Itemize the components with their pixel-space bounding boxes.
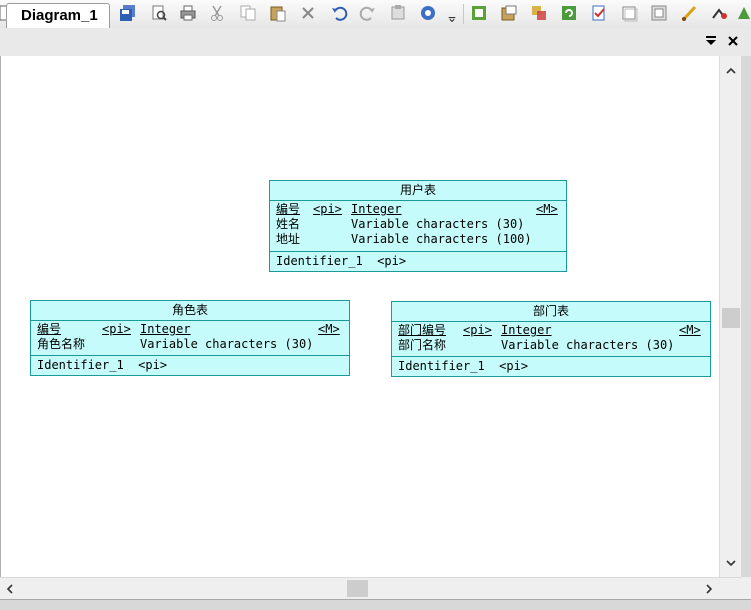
print-icon[interactable] (177, 2, 199, 24)
delete-icon[interactable] (297, 2, 319, 24)
compare-icon[interactable] (528, 2, 550, 24)
attribute-mandatory: <M> (536, 202, 558, 216)
attribute-type: Variable characters (30) (140, 337, 314, 351)
attribute-type: Integer (140, 322, 191, 336)
scroll-down-icon[interactable] (722, 554, 740, 572)
copy-icon[interactable] (237, 2, 259, 24)
scrollbar-corner (741, 577, 751, 599)
entity-user-table[interactable]: 用户表 编号 <pi> Integer <M> 姓名 Variable char… (269, 180, 567, 272)
attribute-mandatory: <M> (318, 322, 340, 336)
horizontal-scroll-thumb[interactable] (347, 580, 368, 597)
overflow-icon[interactable] (444, 6, 460, 28)
horizontal-scrollbar[interactable] (0, 577, 741, 600)
paste-icon[interactable] (267, 2, 289, 24)
attribute-type: Variable characters (30) (501, 338, 675, 352)
attribute-name: 编号 (37, 322, 62, 336)
check-model-icon[interactable] (468, 2, 490, 24)
properties-icon[interactable] (387, 2, 409, 24)
attribute-row[interactable]: 部门名称 Variable characters (30) (392, 338, 710, 353)
attribute-type: Variable characters (100) (351, 232, 532, 246)
redo-icon[interactable] (357, 2, 379, 24)
close-tab-icon[interactable] (724, 32, 742, 50)
find-icon[interactable] (417, 2, 439, 24)
window-right-edge (741, 56, 751, 577)
attribute-name: 地址 (276, 232, 301, 246)
print-preview-icon[interactable] (148, 2, 170, 24)
reverse-icon[interactable] (733, 2, 751, 24)
brush-icon[interactable] (678, 2, 700, 24)
attribute-row[interactable]: 编号 <pi> Integer <M> (270, 202, 566, 217)
attribute-key: <pi> (463, 323, 492, 337)
attribute-name: 部门编号 (398, 323, 447, 337)
attribute-row[interactable]: 部门编号 <pi> Integer <M> (392, 323, 710, 338)
attribute-name: 部门名称 (398, 338, 447, 352)
attribute-key: <pi> (102, 322, 131, 336)
entity-title: 角色表 (31, 301, 349, 321)
attribute-row[interactable]: 角色名称 Variable characters (30) (31, 337, 349, 352)
window-bottom-edge (0, 599, 751, 610)
save-all-icon[interactable] (117, 2, 139, 24)
tab-label: Diagram_1 (21, 7, 98, 24)
attribute-type: Variable characters (30) (351, 217, 525, 231)
entity-attributes: 部门编号 <pi> Integer <M> 部门名称 Variable char… (392, 322, 710, 357)
attribute-mandatory: <M> (679, 323, 701, 337)
link-icon[interactable] (708, 2, 730, 24)
scroll-up-icon[interactable] (722, 62, 740, 80)
scroll-left-icon[interactable] (1, 580, 19, 598)
entity-role-table[interactable]: 角色表 编号 <pi> Integer <M> 角色名称 Variable ch… (30, 300, 350, 376)
attribute-row[interactable]: 地址 Variable characters (100) (270, 232, 566, 247)
generate-icon[interactable] (498, 2, 520, 24)
scroll-right-icon[interactable] (700, 580, 718, 598)
entity-title: 部门表 (392, 302, 710, 322)
main-toolbar (0, 0, 751, 29)
tab-diagram-1[interactable]: Diagram_1 (6, 3, 110, 28)
refresh-icon[interactable] (558, 2, 580, 24)
layout-icon[interactable] (648, 2, 670, 24)
entity-attributes: 编号 <pi> Integer <M> 姓名 Variable characte… (270, 201, 566, 252)
entity-department-table[interactable]: 部门表 部门编号 <pi> Integer <M> 部门名称 Variable … (391, 301, 711, 377)
attribute-row[interactable]: 编号 <pi> Integer <M> (31, 322, 349, 337)
entity-attributes: 编号 <pi> Integer <M> 角色名称 Variable charac… (31, 321, 349, 356)
attribute-row[interactable]: 姓名 Variable characters (30) (270, 217, 566, 232)
attribute-name: 姓名 (276, 217, 301, 231)
attribute-type: Integer (351, 202, 402, 216)
attribute-type: Integer (501, 323, 552, 337)
diagram-canvas[interactable]: 用户表 编号 <pi> Integer <M> 姓名 Variable char… (0, 56, 720, 577)
entity-identifier: Identifier_1 <pi> (398, 359, 529, 373)
entity-identifier: Identifier_1 <pi> (37, 358, 168, 372)
undo-icon[interactable] (328, 2, 350, 24)
toolbar-separator (463, 4, 464, 24)
attribute-name: 编号 (276, 202, 301, 216)
attribute-key: <pi> (313, 202, 342, 216)
document-tab-strip (0, 28, 751, 57)
window-icon[interactable] (618, 2, 640, 24)
vertical-scrollbar[interactable] (719, 56, 742, 577)
tab-list-dropdown-icon[interactable] (702, 32, 720, 50)
attribute-name: 角色名称 (37, 337, 86, 351)
entity-title: 用户表 (270, 181, 566, 201)
cut-icon[interactable] (206, 2, 228, 24)
vertical-scroll-thumb[interactable] (722, 308, 740, 328)
validate-icon[interactable] (588, 2, 610, 24)
entity-identifier: Identifier_1 <pi> (276, 254, 407, 268)
